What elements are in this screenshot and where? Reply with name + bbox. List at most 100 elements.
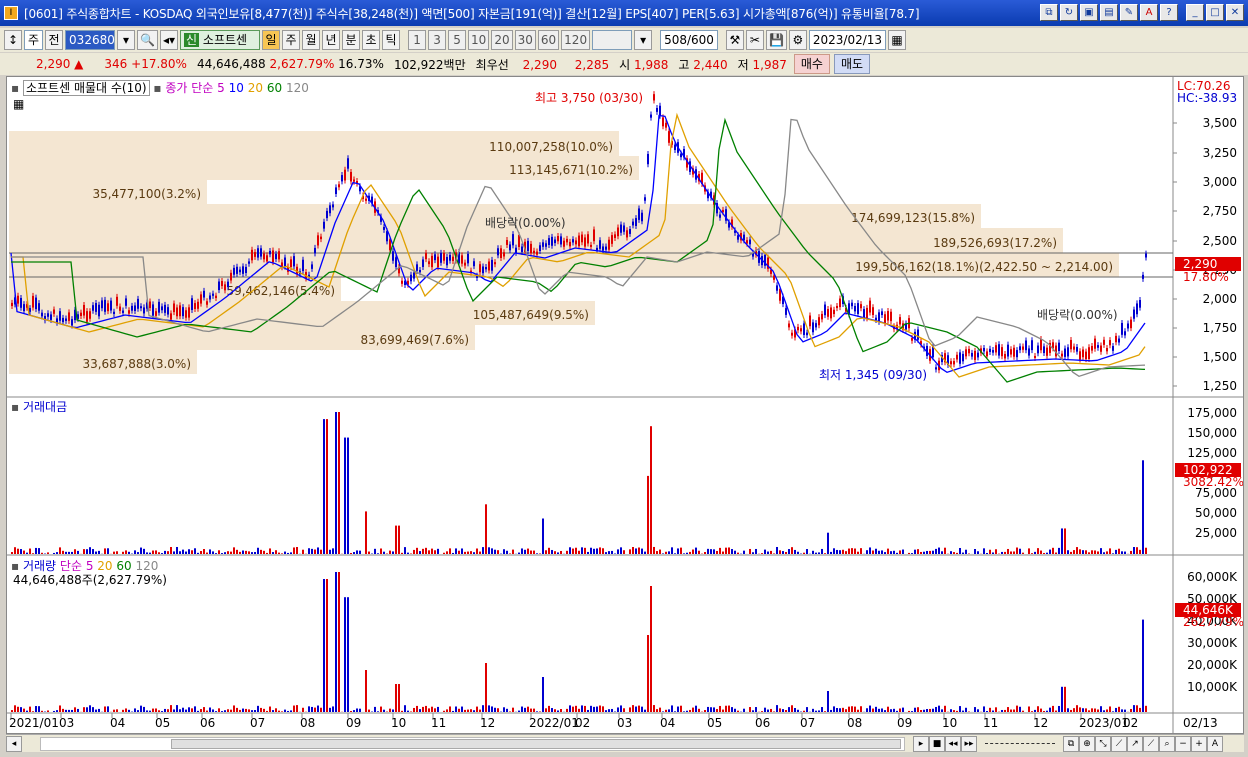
candle-body: [338, 184, 340, 188]
chart-area[interactable]: 110,007,258(10.0%) 113,145,671(10.2%) 35,4…: [6, 76, 1244, 734]
window-icon[interactable]: ▣: [1080, 4, 1098, 21]
zoom-slider[interactable]: [985, 742, 1055, 745]
interval-dropdown-icon[interactable]: ▾: [634, 30, 653, 50]
candle-body: [257, 248, 259, 258]
interval-10[interactable]: 10: [468, 30, 490, 50]
maximize-button[interactable]: □: [1206, 4, 1224, 21]
calendar-icon[interactable]: ▦: [888, 30, 907, 50]
text-tool-icon[interactable]: A: [1207, 735, 1223, 752]
amount-bar: [407, 552, 409, 554]
compare-icon[interactable]: ⊕: [1079, 735, 1095, 752]
zoom-in-icon[interactable]: +: [1191, 735, 1207, 752]
amount-bar: [59, 547, 61, 554]
amount-bar: [95, 551, 97, 554]
period-unit-select[interactable]: 주: [24, 30, 44, 50]
candle-body: [461, 255, 463, 264]
search-icon[interactable]: 🔍: [137, 30, 158, 50]
candle-body: [911, 338, 913, 341]
title-bar: I [0601] 주식종합차트 - KOSDAQ 외국인보유[8,477(천)]…: [0, 0, 1248, 26]
rewind-icon[interactable]: ◂◂: [945, 735, 961, 752]
prev-button[interactable]: 전: [45, 30, 64, 50]
refresh-icon[interactable]: ↻: [1060, 4, 1078, 21]
amount-bar: [1070, 551, 1072, 554]
candle-body: [128, 310, 130, 314]
volume-bar: [71, 709, 73, 712]
volume-bar: [23, 708, 25, 712]
period-week[interactable]: 주: [282, 30, 301, 50]
date-input[interactable]: 2023/02/13: [808, 30, 887, 50]
volume-bar: [74, 707, 76, 712]
stock-code-input[interactable]: 032680: [65, 30, 116, 50]
magnifier-icon[interactable]: ⌕: [1159, 735, 1175, 752]
candle-body: [659, 105, 661, 116]
tools-icon[interactable]: ⚒: [725, 30, 744, 50]
candle-body: [278, 251, 280, 260]
candle-body: [1109, 340, 1111, 346]
candle-body: [101, 300, 103, 309]
fast-forward-icon[interactable]: ▸▸: [961, 735, 977, 752]
interval-custom-input[interactable]: [592, 30, 633, 50]
cursor-icon[interactable]: ⟋: [1143, 735, 1159, 752]
draw-tool-icon[interactable]: ⟋: [1111, 735, 1127, 752]
pin-icon[interactable]: ↕: [4, 30, 22, 50]
count-box[interactable]: 508/600: [660, 30, 718, 50]
period-month[interactable]: 월: [302, 30, 321, 50]
overlay-icon[interactable]: ⧉: [1063, 735, 1079, 752]
interval-30[interactable]: 30: [514, 30, 536, 50]
line-tool-icon[interactable]: ⤡: [1095, 735, 1111, 752]
period-day[interactable]: 일: [262, 30, 281, 50]
minimize-button[interactable]: _: [1186, 4, 1204, 21]
image-icon[interactable]: ▤: [1100, 4, 1118, 21]
scroll-thumb[interactable]: [171, 738, 901, 749]
arrow-tool-icon[interactable]: ↗: [1127, 735, 1143, 752]
interval-20[interactable]: 20: [491, 30, 513, 50]
scissors-icon[interactable]: ✂: [745, 30, 764, 50]
candle-body: [119, 306, 121, 311]
price-axis-label: 2,750: [1203, 204, 1237, 218]
scroll-track[interactable]: [40, 736, 905, 751]
sell-button[interactable]: 매도: [833, 54, 871, 74]
zoom-out-icon[interactable]: −: [1175, 735, 1191, 752]
stock-name-box[interactable]: 신 소프트센: [180, 30, 261, 50]
volume-bar: [365, 670, 367, 712]
amount-bar: [20, 549, 22, 554]
candle-body: [638, 208, 640, 220]
interval-60[interactable]: 60: [537, 30, 560, 50]
save-icon[interactable]: 💾: [765, 30, 787, 50]
scroll-left-icon[interactable]: ◂: [6, 735, 22, 752]
play-icon[interactable]: ▸: [913, 735, 929, 752]
amount-bar: [1112, 553, 1114, 554]
interval-1[interactable]: 1: [408, 30, 427, 50]
interval-5[interactable]: 5: [448, 30, 467, 50]
period-minute[interactable]: 분: [342, 30, 361, 50]
chart-scrollbar[interactable]: ◂ ▸ ■ ◂◂ ▸▸ ⧉ ⊕ ⤡ ⟋ ↗ ⟋ ⌕ − + A: [6, 734, 1244, 752]
period-second[interactable]: 초: [362, 30, 381, 50]
close-button[interactable]: ✕: [1226, 4, 1244, 21]
period-tick[interactable]: 틱: [382, 30, 401, 50]
amount-title: 거래대금: [22, 400, 68, 414]
chart-canvas[interactable]: 110,007,258(10.0%) 113,145,671(10.2%) 35,4…: [7, 77, 1243, 733]
amount-bar: [707, 548, 709, 554]
low-price: 저 1,987: [737, 57, 787, 72]
speaker-icon[interactable]: ◂▾: [160, 30, 179, 50]
font-icon[interactable]: A: [1140, 4, 1158, 21]
settings-icon[interactable]: ⚙: [788, 30, 807, 50]
buy-button[interactable]: 매수: [793, 54, 830, 74]
candle-body: [164, 304, 166, 313]
period-year[interactable]: 년: [322, 30, 341, 50]
edit-icon[interactable]: ✎: [1120, 4, 1138, 21]
interval-120[interactable]: 120: [561, 30, 591, 50]
interval-3[interactable]: 3: [428, 30, 447, 50]
volume-bar: [557, 710, 559, 712]
amount-axis-label: 50,000: [1195, 506, 1237, 520]
stop-icon[interactable]: ■: [929, 735, 945, 752]
candle-body: [644, 197, 646, 201]
grid-toggle-icon[interactable]: ▦: [13, 97, 24, 111]
dropdown-icon[interactable]: ▾: [117, 30, 136, 50]
amount-bar: [548, 547, 550, 554]
help-icon[interactable]: ?: [1160, 4, 1178, 21]
amount-bar: [263, 550, 265, 554]
link-icon[interactable]: ⧉: [1040, 4, 1058, 21]
volume-bar: [245, 708, 247, 712]
amount-bar: [428, 550, 430, 554]
